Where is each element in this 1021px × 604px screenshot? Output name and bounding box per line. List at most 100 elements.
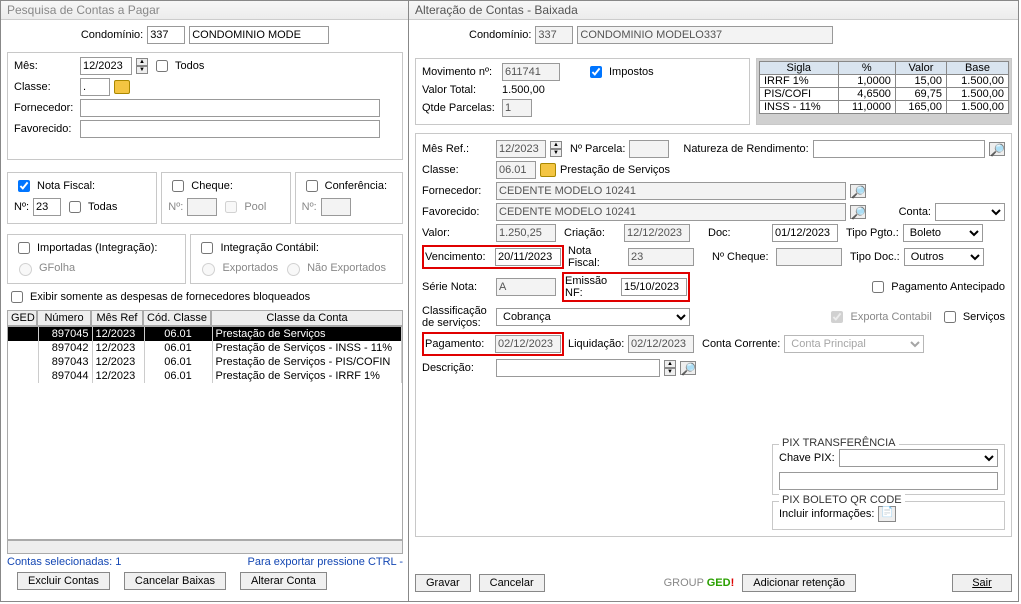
criacao-input [624, 224, 690, 242]
pix-boleto-legend: PIX BOLETO QR CODE [779, 494, 905, 506]
cheque-no-label: Nº: [168, 201, 183, 213]
binoculars-icon[interactable]: 🔎 [850, 205, 866, 219]
tipodoc-label: Tipo Doc.: [850, 251, 900, 263]
binoculars-icon[interactable]: 🔎 [680, 361, 696, 375]
binoculars-icon[interactable]: 🔎 [989, 142, 1005, 156]
binoculars-icon[interactable]: 🔎 [850, 184, 866, 198]
document-icon[interactable]: 📄 [878, 506, 896, 522]
cancelar-button[interactable]: Cancelar [479, 574, 545, 592]
tax-row[interactable]: INSS - 11%11,0000165,001.500,00 [760, 101, 1009, 114]
folder-icon[interactable] [114, 80, 130, 94]
bloqueados-label: Exibir somente as despesas de fornecedor… [30, 291, 310, 303]
natureza-input[interactable] [813, 140, 985, 158]
servicos-label: Serviços [963, 311, 1005, 323]
classe-input[interactable] [80, 78, 110, 96]
movno-label: Movimento nº: [422, 66, 498, 78]
liquidacao-input [628, 335, 694, 353]
col-ged[interactable]: GED [7, 310, 37, 326]
classificacao-select[interactable]: Cobrança [496, 308, 690, 326]
mes-input[interactable] [80, 57, 132, 75]
nao-exportados-label: Não Exportados [307, 262, 386, 274]
tax-col-sigla: Sigla [760, 62, 839, 75]
descricao-spinner[interactable]: ▲▼ [664, 360, 676, 376]
exportados-radio [202, 263, 215, 276]
noparcela-label: Nº Parcela: [570, 143, 625, 155]
mesref-label: Mês Ref.: [422, 143, 492, 155]
excluir-button[interactable]: Excluir Contas [17, 572, 110, 590]
ged-logo[interactable]: GROUP GED! [664, 577, 735, 589]
grid-hscroll[interactable] [7, 540, 403, 554]
servicos-checkbox[interactable] [944, 311, 956, 323]
impostos-checkbox[interactable] [590, 66, 602, 78]
chavepix-input[interactable] [779, 472, 998, 490]
emissaonf-label: Emissão NF: [565, 275, 617, 299]
valortotal-value: 1.500,00 [502, 84, 545, 96]
edit-window: Alteração de Contas - Baixada Condomínio… [408, 0, 1019, 602]
notafiscal-checkbox[interactable] [18, 180, 30, 192]
serienota-input [496, 278, 556, 296]
classificacao-label: Classificação de serviços: [422, 305, 492, 329]
descricao-label: Descrição: [422, 362, 492, 374]
table-row[interactable]: 897044 12/2023 06.01 Prestação de Serviç… [8, 369, 402, 383]
col-numero[interactable]: Número [37, 310, 91, 326]
integ-contabil-checkbox[interactable] [201, 242, 213, 254]
grid-table[interactable]: 897045 12/2023 06.01 Prestação de Serviç… [8, 327, 402, 383]
descricao-input[interactable] [496, 359, 660, 377]
vencimento-input[interactable] [495, 248, 561, 266]
search-window-title: Pesquisa de Contas a Pagar [1, 1, 409, 20]
alterar-conta-button[interactable]: Alterar Conta [240, 572, 327, 590]
favorecido-input[interactable] [80, 120, 380, 138]
importadas-checkbox[interactable] [18, 242, 30, 254]
tipopgto-select[interactable]: Boleto [903, 224, 983, 242]
emissaonf-input[interactable] [621, 278, 687, 296]
doc-input[interactable] [772, 224, 838, 242]
pool-checkbox [225, 201, 237, 213]
pagamento-label: Pagamento: [425, 338, 491, 350]
valor-label: Valor: [422, 227, 492, 239]
movno-input [502, 63, 560, 81]
pag-antecipado-checkbox[interactable] [872, 281, 884, 293]
gfolha-label: GFolha [39, 262, 75, 274]
integ-contabil-label: Integração Contábil: [220, 242, 318, 254]
results-grid[interactable]: GED Número Mês Ref Cód. Classe Classe da… [7, 310, 403, 554]
col-codclasse[interactable]: Cód. Classe [143, 310, 211, 326]
bloqueados-checkbox[interactable] [11, 291, 23, 303]
tax-row[interactable]: IRRF 1%1,000015,001.500,00 [760, 75, 1009, 88]
table-row[interactable]: 897042 12/2023 06.01 Prestação de Serviç… [8, 341, 402, 355]
nf-no-input[interactable] [33, 198, 61, 216]
col-mesref[interactable]: Mês Ref [91, 310, 143, 326]
condominio-label: Condomínio: [81, 29, 143, 41]
r-condominio-label: Condomínio: [469, 29, 531, 41]
tax-row[interactable]: PIS/COFI4,650069,751.500,00 [760, 88, 1009, 101]
conta-corrente-select: Conta Principal [784, 335, 924, 353]
exporta-contabil-checkbox [831, 311, 843, 323]
conta-select[interactable] [935, 203, 1005, 221]
cancelar-baixas-button[interactable]: Cancelar Baixas [124, 572, 226, 590]
pool-label: Pool [244, 201, 266, 213]
r-fornecedor-input [496, 182, 846, 200]
condominio-num-input[interactable] [147, 26, 185, 44]
todos-checkbox[interactable] [156, 60, 168, 72]
conferencia-checkbox[interactable] [306, 180, 318, 192]
tax-col-base: Base [946, 62, 1008, 75]
table-row[interactable]: 897045 12/2023 06.01 Prestação de Serviç… [8, 327, 402, 341]
folder-icon[interactable] [540, 163, 556, 177]
cheque-checkbox[interactable] [172, 180, 184, 192]
condominio-nome-input[interactable] [189, 26, 329, 44]
notafiscal-label: Nota Fiscal: [568, 245, 624, 269]
cheque-label: Cheque: [191, 180, 233, 192]
fornecedor-input[interactable] [80, 99, 380, 117]
gravar-button[interactable]: Gravar [415, 574, 471, 592]
tipodoc-select[interactable]: Outros [904, 248, 984, 266]
chavepix-select[interactable] [839, 449, 998, 467]
importadas-label: Importadas (Integração): [37, 242, 157, 254]
table-row[interactable]: 897043 12/2023 06.01 Prestação de Serviç… [8, 355, 402, 369]
sair-button[interactable]: Sair [952, 574, 1012, 592]
mes-spinner[interactable]: ▲▼ [136, 58, 148, 74]
pagamento-input [495, 335, 561, 353]
todas-checkbox[interactable] [69, 201, 81, 213]
tipopgto-label: Tipo Pgto.: [846, 227, 899, 239]
adicionar-retencao-button[interactable]: Adicionar retenção [742, 574, 856, 592]
col-classe[interactable]: Classe da Conta [211, 310, 403, 326]
status-export: Para exportar pressione CTRL - [248, 556, 404, 568]
